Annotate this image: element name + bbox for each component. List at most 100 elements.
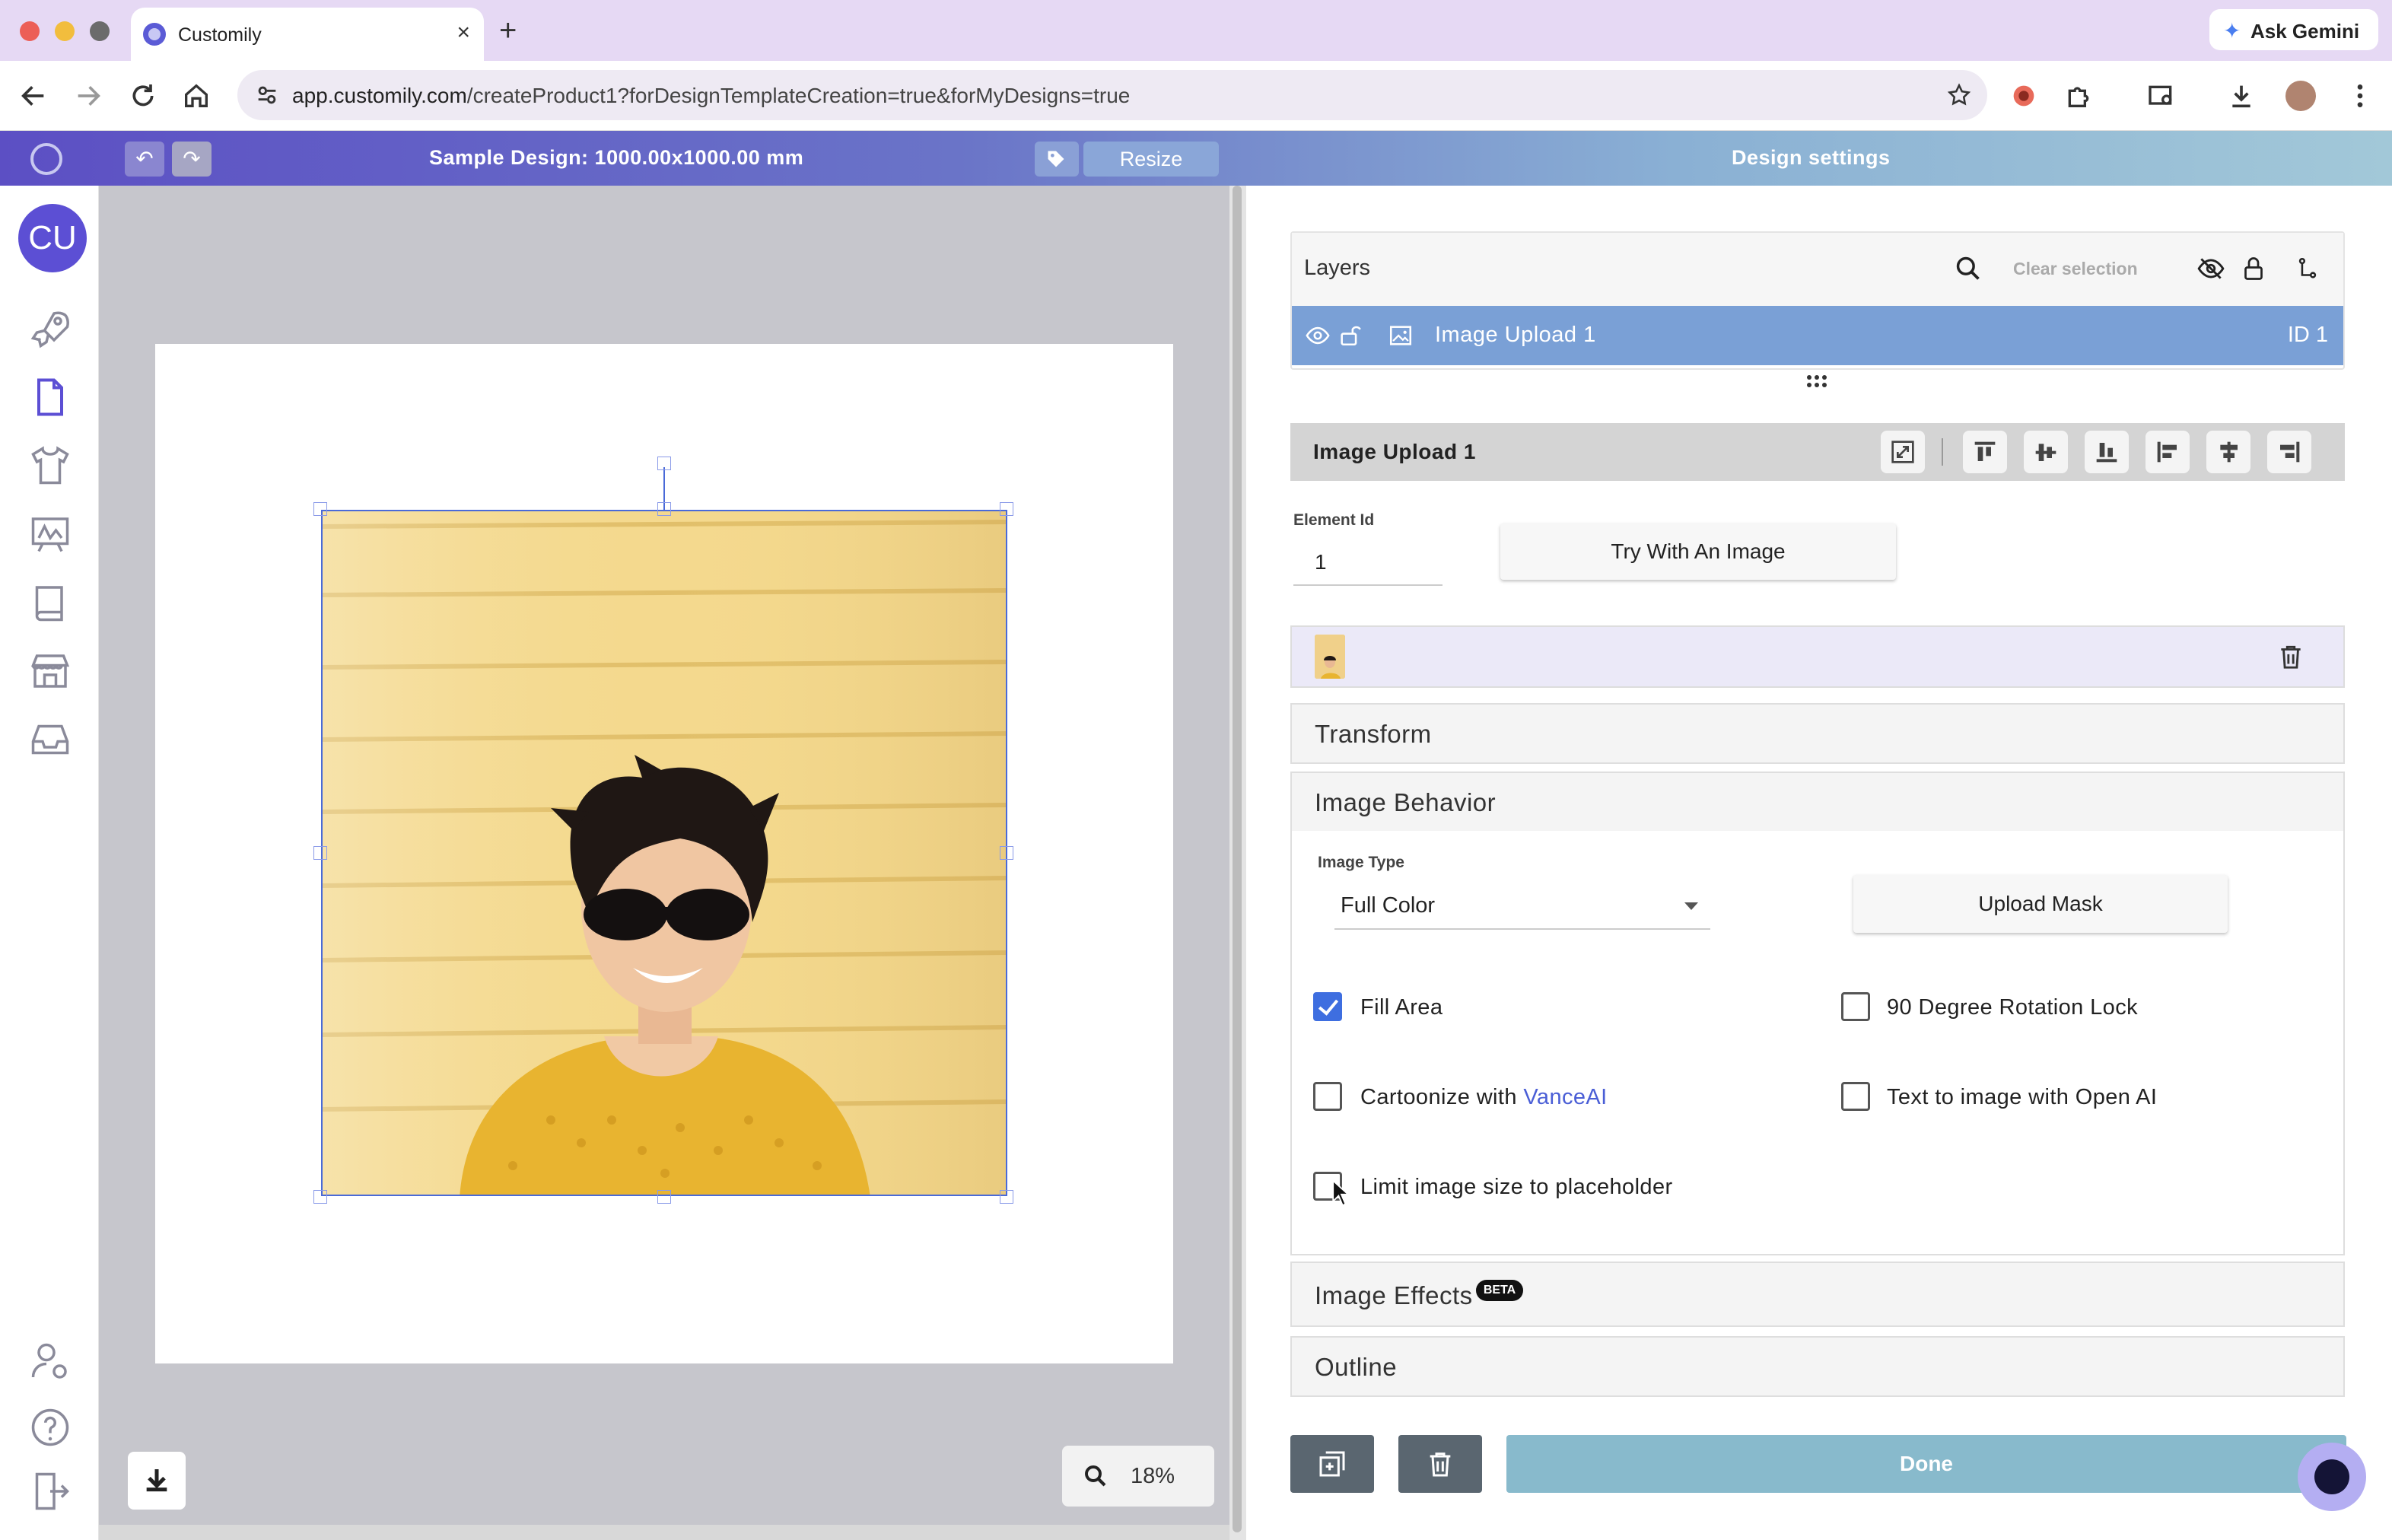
reload-icon[interactable] — [128, 81, 158, 111]
logout-icon[interactable] — [27, 1468, 73, 1514]
browser-menu-icon[interactable] — [2345, 81, 2375, 111]
window-close-button[interactable] — [20, 21, 40, 41]
help-icon[interactable] — [27, 1405, 73, 1450]
align-bottom-button[interactable] — [2085, 431, 2129, 473]
back-arrow-icon[interactable] — [18, 81, 49, 111]
resize-button[interactable]: Resize — [1083, 142, 1219, 177]
window-minimize-button[interactable] — [55, 21, 75, 41]
layer-tree-icon[interactable] — [2295, 256, 2320, 282]
fit-to-canvas-button[interactable] — [1881, 431, 1925, 473]
align-left-icon — [2157, 441, 2177, 463]
zoom-level: 18% — [1131, 1464, 1175, 1488]
align-left-button[interactable] — [2145, 431, 2190, 473]
canvas-download-button[interactable] — [128, 1452, 186, 1510]
new-tab-button[interactable]: + — [499, 14, 517, 47]
customily-logo-icon[interactable] — [30, 143, 62, 175]
element-header: Image Upload 1 — [1290, 423, 2345, 481]
url-text[interactable]: app.customily.com/createProduct1?forDesi… — [292, 84, 1130, 108]
image-type-select[interactable]: Full Color — [1334, 883, 1710, 930]
user-avatar[interactable]: CU — [18, 204, 87, 272]
layer-row[interactable]: Image Upload 1 ID 1 — [1292, 306, 2343, 365]
image-effects-section[interactable]: Image Effects — [1290, 1262, 2345, 1327]
rotation-lock-label[interactable]: 90 Degree Rotation Lock — [1887, 995, 2138, 1020]
element-id-input[interactable] — [1293, 540, 1443, 586]
align-vertical-center-button[interactable] — [2024, 431, 2068, 473]
lock-all-icon[interactable] — [2240, 254, 2267, 283]
delete-element-button[interactable] — [1398, 1435, 1482, 1493]
gemini-sparkle-icon: ✦ — [2223, 19, 2241, 43]
limit-image-size-label[interactable]: Limit image size to placeholder — [1360, 1175, 1673, 1200]
vanceai-link[interactable]: VanceAI — [1523, 1085, 1607, 1109]
fill-area-checkbox[interactable] — [1313, 992, 1342, 1021]
rotation-handle[interactable] — [657, 457, 671, 470]
element-id-label: Element Id — [1293, 511, 1375, 529]
outline-section[interactable]: Outline — [1290, 1336, 2345, 1397]
mouse-cursor-icon — [1332, 1179, 1350, 1207]
try-with-image-button[interactable]: Try With An Image — [1500, 523, 1896, 580]
rocket-icon[interactable] — [27, 306, 73, 352]
zoom-control[interactable]: 18% — [1062, 1446, 1214, 1507]
window-maximize-button[interactable] — [90, 21, 110, 41]
rotation-lock-checkbox[interactable] — [1841, 992, 1870, 1021]
store-icon[interactable] — [27, 648, 73, 694]
resize-handle-top-left[interactable] — [313, 502, 327, 516]
fill-area-label[interactable]: Fill Area — [1360, 995, 1443, 1020]
canvas-art-icon[interactable] — [27, 511, 73, 557]
undo-button[interactable]: ↶ — [125, 142, 164, 177]
resize-handle-bottom-left[interactable] — [313, 1190, 327, 1204]
image-behavior-section[interactable]: Image Behavior — [1290, 772, 2345, 832]
align-top-button[interactable] — [1963, 431, 2007, 473]
inbox-icon[interactable] — [27, 717, 73, 762]
profile-avatar[interactable] — [2285, 81, 2316, 111]
resize-handle-bottom[interactable] — [657, 1190, 671, 1204]
bookmark-star-icon[interactable] — [1946, 82, 1972, 108]
transform-section[interactable]: Transform — [1290, 703, 2345, 764]
image-upload-placeholder[interactable] — [321, 510, 1007, 1196]
layer-unlock-icon[interactable] — [1338, 321, 1363, 348]
duplicate-element-button[interactable] — [1290, 1435, 1374, 1493]
ask-gemini-button[interactable]: ✦ Ask Gemini — [2209, 9, 2378, 50]
layer-visibility-eye-icon[interactable] — [1304, 323, 1331, 348]
clear-selection-button[interactable]: Clear selection — [2013, 259, 2138, 279]
forward-arrow-icon[interactable] — [73, 81, 103, 111]
redo-button[interactable]: ↷ — [172, 142, 212, 177]
upload-mask-button[interactable]: Upload Mask — [1853, 875, 2228, 933]
browser-tab[interactable]: Customily × — [131, 8, 484, 61]
resize-handle-left[interactable] — [313, 846, 327, 860]
tag-button[interactable] — [1035, 142, 1079, 177]
resize-handle-bottom-right[interactable] — [1000, 1190, 1013, 1204]
text-to-image-checkbox[interactable] — [1841, 1082, 1870, 1111]
canvas-vertical-scrollbar[interactable] — [1229, 186, 1246, 1540]
download-icon[interactable] — [2226, 81, 2257, 111]
document-icon[interactable] — [27, 374, 73, 420]
tshirt-icon[interactable] — [27, 443, 73, 488]
align-horizontal-center-button[interactable] — [2206, 431, 2250, 473]
cartoonize-checkbox[interactable] — [1313, 1082, 1342, 1111]
tab-close-icon[interactable]: × — [456, 20, 470, 46]
address-bar[interactable]: app.customily.com/createProduct1?forDesi… — [237, 70, 1987, 120]
extension-icon[interactable] — [2009, 81, 2039, 111]
layers-search-icon[interactable] — [1954, 254, 1983, 283]
resize-handle-top-right[interactable] — [1000, 502, 1013, 516]
panel-drag-handle-icon[interactable] — [1805, 373, 1829, 391]
design-settings-title: Design settings — [1732, 146, 1891, 169]
canvas-horizontal-scrollbar[interactable] — [99, 1525, 1229, 1540]
resize-handle-top[interactable] — [657, 502, 671, 516]
puzzle-extensions-icon[interactable] — [2063, 81, 2094, 111]
layer-id: ID 1 — [2287, 323, 2328, 347]
resize-handle-right[interactable] — [1000, 846, 1013, 860]
user-settings-icon[interactable] — [27, 1339, 73, 1385]
done-button[interactable]: Done — [1506, 1435, 2346, 1493]
text-to-image-label[interactable]: Text to image with Open AI — [1887, 1085, 2157, 1110]
hide-all-eye-icon[interactable] — [2196, 254, 2226, 283]
site-settings-icon[interactable] — [254, 82, 280, 108]
home-icon[interactable] — [181, 81, 212, 111]
book-icon[interactable] — [27, 580, 73, 625]
cartoonize-label[interactable]: Cartoonize with VanceAI — [1360, 1085, 1608, 1110]
align-right-button[interactable] — [2267, 431, 2311, 473]
chat-support-button[interactable] — [2298, 1443, 2366, 1511]
uploaded-image-thumbnail[interactable] — [1315, 635, 1345, 679]
delete-image-trash-icon[interactable] — [2276, 642, 2305, 671]
tab-search-icon[interactable] — [2145, 81, 2177, 111]
uploaded-image-row[interactable] — [1290, 625, 2345, 688]
